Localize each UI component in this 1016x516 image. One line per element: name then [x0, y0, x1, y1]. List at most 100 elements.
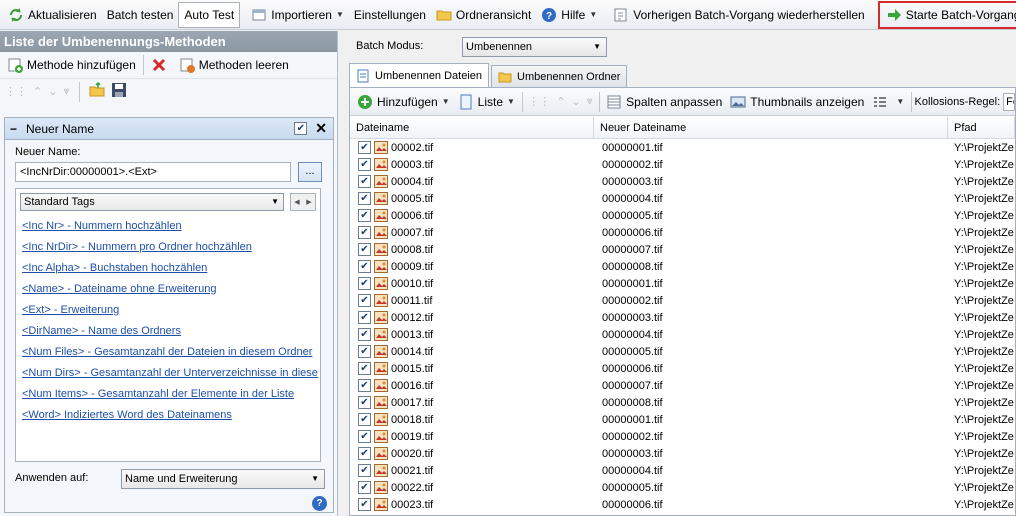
tags-category-select[interactable]: Standard Tags ▼ — [20, 193, 284, 211]
folder-view-button[interactable]: Ordneransicht — [431, 3, 536, 27]
table-row[interactable]: ✔ 00023.tif 00000006.tif Y:\ProjektZe — [350, 496, 1015, 513]
table-row[interactable]: ✔ 00017.tif 00000008.tif Y:\ProjektZe — [350, 394, 1015, 411]
filename-cell[interactable]: ✔ 00019.tif — [350, 428, 594, 445]
apply-to-select[interactable]: Name und Erweiterung ▼ — [121, 469, 325, 489]
filename-cell[interactable]: ✔ 00021.tif — [350, 462, 594, 479]
row-checkbox[interactable]: ✔ — [358, 175, 371, 188]
row-checkbox[interactable]: ✔ — [358, 379, 371, 392]
tab-rename-folders[interactable]: Umbenennen Ordner — [491, 65, 628, 87]
column-header-filename[interactable]: Dateiname — [350, 117, 594, 138]
filename-cell[interactable]: ✔ 00013.tif — [350, 326, 594, 343]
table-row[interactable]: ✔ 00020.tif 00000003.tif Y:\ProjektZe — [350, 445, 1015, 462]
arrow-right-icon[interactable]: ▶ — [306, 198, 311, 206]
clear-methods-button[interactable]: Methoden leeren — [175, 53, 293, 77]
filename-cell[interactable]: ✔ 00015.tif — [350, 360, 594, 377]
start-batch-button[interactable]: Starte Batch-Vorgang — [877, 0, 1016, 29]
table-row[interactable]: ✔ 00009.tif 00000008.tif Y:\ProjektZe — [350, 258, 1015, 275]
row-checkbox[interactable]: ✔ — [358, 328, 371, 341]
table-row[interactable]: ✔ 00015.tif 00000006.tif Y:\ProjektZe — [350, 360, 1015, 377]
row-checkbox[interactable]: ✔ — [358, 464, 371, 477]
table-row[interactable]: ✔ 00006.tif 00000005.tif Y:\ProjektZe — [350, 207, 1015, 224]
collision-rule-select[interactable]: Fehl — [1003, 92, 1015, 111]
filename-cell[interactable]: ✔ 00006.tif — [350, 207, 594, 224]
filename-cell[interactable]: ✔ 00010.tif — [350, 275, 594, 292]
filename-cell[interactable]: ✔ 00005.tif — [350, 190, 594, 207]
tag-link[interactable]: <Num Files> - Gesamtanzahl der Dateien i… — [22, 346, 318, 358]
new-name-input[interactable]: <IncNrDir:00000001>.<Ext> — [15, 162, 291, 182]
tag-link[interactable]: <DirName> - Name des Ordners — [22, 325, 318, 337]
filename-cell[interactable]: ✔ 00009.tif — [350, 258, 594, 275]
auto-test-toggle[interactable]: Auto Test — [178, 1, 241, 28]
filename-cell[interactable]: ✔ 00016.tif — [350, 377, 594, 394]
show-thumbnails-button[interactable]: Thumbnails anzeigen — [726, 90, 868, 114]
new-name-method-header[interactable]: − Neuer Name ✔ ✕ — [5, 118, 333, 140]
row-checkbox[interactable]: ✔ — [358, 396, 371, 409]
filename-cell[interactable]: ✔ 00007.tif — [350, 224, 594, 241]
table-row[interactable]: ✔ 00014.tif 00000005.tif Y:\ProjektZe — [350, 343, 1015, 360]
method-enabled-checkbox[interactable]: ✔ — [294, 122, 308, 135]
row-checkbox[interactable]: ✔ — [358, 192, 371, 205]
tag-link[interactable]: <Inc NrDir> - Nummern pro Ordner hochzäh… — [22, 241, 318, 253]
add-method-button[interactable]: Methode hinzufügen — [3, 53, 140, 77]
row-checkbox[interactable]: ✔ — [358, 481, 371, 494]
row-checkbox[interactable]: ✔ — [358, 209, 371, 222]
row-checkbox[interactable]: ✔ — [358, 311, 371, 324]
move-top-icon[interactable]: ⋮⋮ — [5, 85, 27, 98]
filename-cell[interactable]: ✔ 00011.tif — [350, 292, 594, 309]
table-row[interactable]: ✔ 00002.tif 00000001.tif Y:\ProjektZe — [350, 139, 1015, 156]
filename-cell[interactable]: ✔ 00018.tif — [350, 411, 594, 428]
table-row[interactable]: ✔ 00022.tif 00000005.tif Y:\ProjektZe — [350, 479, 1015, 496]
table-row[interactable]: ✔ 00021.tif 00000004.tif Y:\ProjektZe — [350, 462, 1015, 479]
tag-link[interactable]: <Inc Alpha> - Buchstaben hochzählen — [22, 262, 318, 274]
filename-cell[interactable]: ✔ 00004.tif — [350, 173, 594, 190]
row-checkbox[interactable]: ✔ — [358, 413, 371, 426]
filename-cell[interactable]: ✔ 00008.tif — [350, 241, 594, 258]
help-icon[interactable]: ? — [312, 496, 327, 511]
view-mode-button[interactable]: ▼ — [868, 90, 908, 114]
table-row[interactable]: ✔ 00008.tif 00000007.tif Y:\ProjektZe — [350, 241, 1015, 258]
table-row[interactable]: ✔ 00019.tif 00000002.tif Y:\ProjektZe — [350, 428, 1015, 445]
table-row[interactable]: ✔ 00018.tif 00000001.tif Y:\ProjektZe — [350, 411, 1015, 428]
table-row[interactable]: ✔ 00013.tif 00000004.tif Y:\ProjektZe — [350, 326, 1015, 343]
arrow-left-icon[interactable]: ◀ — [294, 198, 299, 206]
open-folder-icon[interactable] — [89, 81, 105, 101]
tag-link[interactable]: <Num Items> - Gesamtanzahl der Elemente … — [22, 388, 318, 400]
filename-cell[interactable]: ✔ 00022.tif — [350, 479, 594, 496]
row-checkbox[interactable]: ✔ — [358, 447, 371, 460]
table-row[interactable]: ✔ 00010.tif 00000001.tif Y:\ProjektZe — [350, 275, 1015, 292]
row-checkbox[interactable]: ✔ — [358, 226, 371, 239]
collapse-icon[interactable]: − — [10, 122, 22, 136]
batch-mode-select[interactable]: Umbenennen ▼ — [462, 37, 607, 57]
move-up-icon[interactable]: ⌃ — [33, 85, 42, 98]
column-header-path[interactable]: Pfad — [948, 117, 1015, 138]
table-row[interactable]: ✔ 00016.tif 00000007.tif Y:\ProjektZe — [350, 377, 1015, 394]
move-down-icon[interactable]: ⌄ — [48, 85, 57, 98]
insert-tag-button[interactable]: ... — [298, 162, 322, 182]
row-checkbox[interactable]: ✔ — [358, 430, 371, 443]
table-row[interactable]: ✔ 00005.tif 00000004.tif Y:\ProjektZe — [350, 190, 1015, 207]
tag-link[interactable]: <Inc Nr> - Nummern hochzählen — [22, 220, 318, 232]
tags-nav-arrows[interactable]: ◀ ▶ — [290, 193, 316, 211]
row-checkbox[interactable]: ✔ — [358, 277, 371, 290]
filename-cell[interactable]: ✔ 00014.tif — [350, 343, 594, 360]
table-row[interactable]: ✔ 00003.tif 00000002.tif Y:\ProjektZe — [350, 156, 1015, 173]
tag-link[interactable]: <Num Dirs> - Gesamtanzahl der Unterverze… — [22, 367, 318, 379]
row-checkbox[interactable]: ✔ — [358, 260, 371, 273]
move-top-icon[interactable]: ⋮⋮ — [528, 95, 550, 108]
row-checkbox[interactable]: ✔ — [358, 345, 371, 358]
column-header-new-filename[interactable]: Neuer Dateiname — [594, 117, 948, 138]
row-checkbox[interactable]: ✔ — [358, 362, 371, 375]
restore-batch-button[interactable]: Vorherigen Batch-Vorgang wiederherstelle… — [608, 3, 869, 27]
move-down-icon[interactable]: ⌄ — [571, 95, 580, 108]
list-menu-button[interactable]: Liste ▼ — [454, 90, 519, 114]
move-bottom-icon[interactable]: ⩔ — [63, 85, 69, 98]
row-checkbox[interactable]: ✔ — [358, 158, 371, 171]
table-row[interactable]: ✔ 00004.tif 00000003.tif Y:\ProjektZe — [350, 173, 1015, 190]
row-checkbox[interactable]: ✔ — [358, 498, 371, 511]
table-row[interactable]: ✔ 00012.tif 00000003.tif Y:\ProjektZe — [350, 309, 1015, 326]
move-bottom-icon[interactable]: ⩔ — [587, 95, 593, 108]
refresh-button[interactable]: Aktualisieren — [3, 3, 102, 27]
row-checkbox[interactable]: ✔ — [358, 141, 371, 154]
delete-method-button[interactable] — [147, 53, 175, 77]
filename-cell[interactable]: ✔ 00020.tif — [350, 445, 594, 462]
